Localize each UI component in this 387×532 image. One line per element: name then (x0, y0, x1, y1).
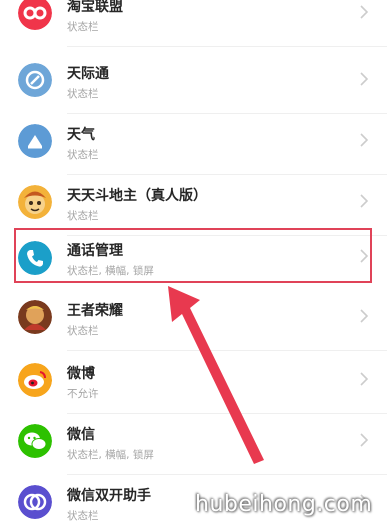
chevron-right-icon (360, 309, 369, 323)
app-title: 通话管理 (67, 243, 123, 259)
divider (67, 46, 387, 47)
phone-icon (18, 241, 52, 275)
app-row-weather[interactable]: 天气 状态栏 (0, 114, 387, 175)
honor-of-kings-icon (18, 300, 52, 334)
wechat-dual-icon (18, 485, 52, 519)
app-row-call-management[interactable]: 通话管理 状态栏, 横幅, 锁屏 (0, 228, 387, 289)
app-title: 微信 (67, 427, 95, 443)
app-subtitle: 状态栏 (67, 325, 99, 337)
tianjitong-icon (18, 63, 52, 97)
app-row-honor-of-kings[interactable]: 王者荣耀 状态栏 (0, 290, 387, 351)
app-subtitle: 状态栏 (67, 21, 99, 33)
chevron-right-icon (360, 433, 369, 447)
chevron-right-icon (360, 72, 369, 86)
chevron-right-icon (360, 194, 369, 208)
app-row-doudizhu[interactable]: 天天斗地主（真人版） 状态栏 (0, 175, 387, 236)
app-subtitle: 状态栏 (67, 88, 99, 100)
wechat-icon (18, 424, 52, 458)
app-title: 天气 (67, 127, 95, 143)
weather-icon (18, 124, 52, 158)
app-title: 天天斗地主（真人版） (67, 188, 207, 204)
taobao-lianmeng-icon (18, 0, 52, 30)
divider (67, 350, 387, 351)
app-subtitle: 状态栏, 横幅, 锁屏 (67, 265, 154, 277)
app-subtitle: 状态栏 (67, 149, 99, 161)
app-title: 王者荣耀 (67, 303, 123, 319)
app-row-wechat[interactable]: 微信 状态栏, 横幅, 锁屏 (0, 414, 387, 475)
app-subtitle: 状态栏, 横幅, 锁屏 (67, 449, 154, 461)
app-title: 天际通 (67, 66, 109, 82)
app-title: 微博 (67, 366, 95, 382)
app-row-taobao-lianmeng[interactable]: 淘宝联盟 状态栏 (0, 0, 387, 47)
watermark-text: hubeihong.com (195, 492, 373, 517)
app-row-tianjitong[interactable]: 天际通 状态栏 (0, 53, 387, 114)
app-subtitle: 状态栏 (67, 210, 99, 222)
doudizhu-icon (18, 185, 52, 219)
app-title: 淘宝联盟 (67, 0, 123, 15)
chevron-right-icon (360, 133, 369, 147)
chevron-right-icon (360, 5, 369, 19)
app-row-weibo[interactable]: 微博 不允许 (0, 353, 387, 414)
app-subtitle: 不允许 (67, 388, 99, 400)
weibo-icon (18, 363, 52, 397)
app-title: 微信双开助手 (67, 488, 151, 504)
app-subtitle: 状态栏 (67, 510, 99, 522)
chevron-right-icon (360, 372, 369, 386)
chevron-right-icon (360, 249, 369, 263)
